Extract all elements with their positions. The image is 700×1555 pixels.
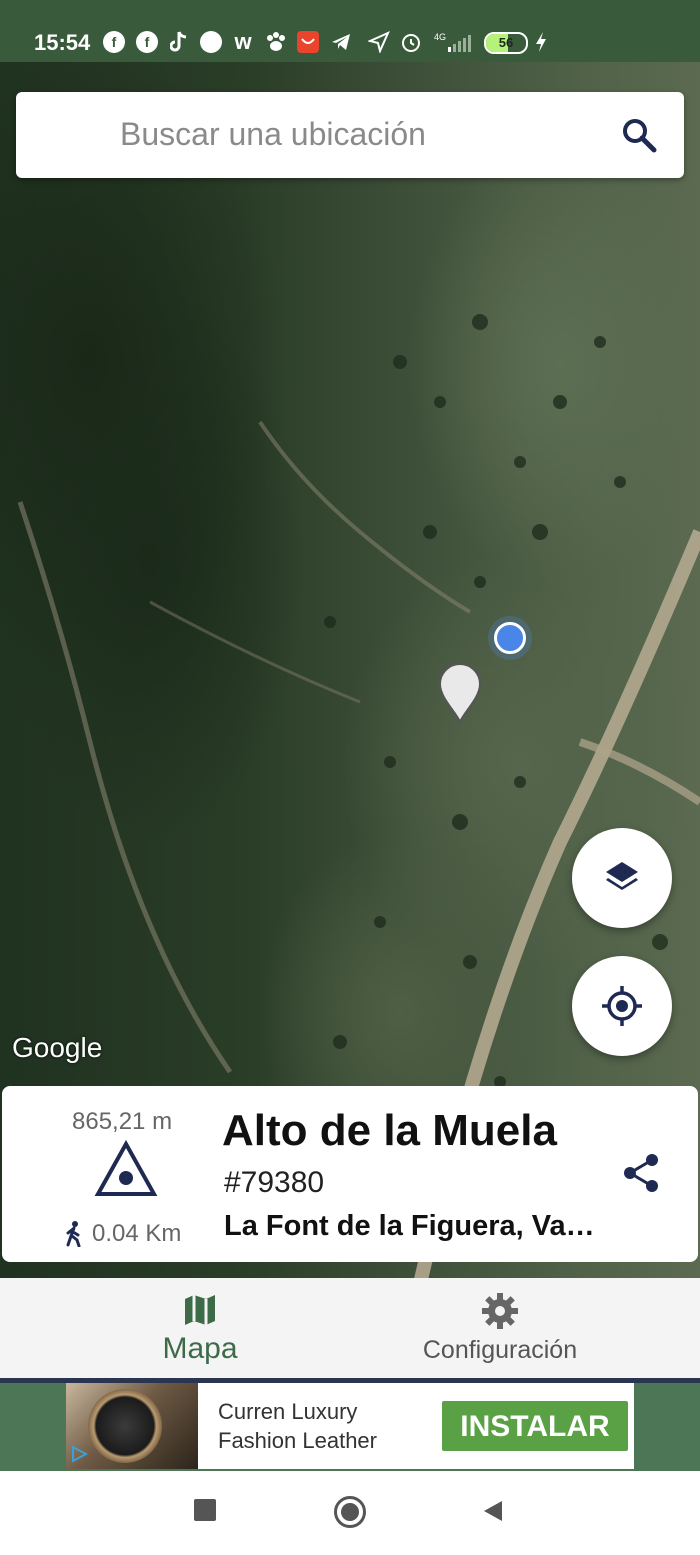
my-location-button[interactable] <box>572 956 672 1056</box>
tab-settings-label: Configuración <box>422 1336 578 1364</box>
peak-name: Alto de la Muela <box>222 1106 557 1155</box>
facebook-icon: f <box>136 31 158 53</box>
summit-icon <box>94 1140 158 1196</box>
recents-button[interactable] <box>194 1499 216 1521</box>
distance-value: 0.04 Km <box>92 1220 182 1247</box>
signal-4g-icon: 4G <box>434 31 474 53</box>
my-location-icon <box>602 986 642 1026</box>
user-location-dot <box>494 622 526 654</box>
adchoices-icon[interactable] <box>70 1445 88 1463</box>
peak-location: La Font de la Figuera, Valencia <box>224 1210 599 1242</box>
alarm-icon <box>400 31 422 53</box>
layers-icon <box>606 862 638 890</box>
peak-marker-pin[interactable] <box>438 662 482 724</box>
walking-icon <box>66 1221 81 1247</box>
status-time: 15:54 <box>34 30 91 55</box>
charging-icon <box>530 31 552 53</box>
tab-settings[interactable]: Configuración <box>350 1278 650 1378</box>
ad-line-2: Fashion Leather <box>218 1428 377 1453</box>
tab-map-label: Mapa <box>162 1332 238 1365</box>
telegram-icon <box>330 31 352 53</box>
system-navigation-bar <box>0 1471 700 1555</box>
ad-content[interactable]: Curren Luxury Fashion Leather INSTALAR <box>66 1383 634 1469</box>
battery-indicator: 56 <box>484 32 528 54</box>
home-button[interactable] <box>334 1496 366 1528</box>
app-icon <box>200 31 222 53</box>
elevation-value: 865,21 m <box>72 1108 173 1135</box>
aliexpress-icon <box>297 31 319 53</box>
w-icon: w <box>234 29 252 54</box>
layers-button[interactable] <box>572 828 672 928</box>
ad-banner: Curren Luxury Fashion Leather INSTALAR <box>0 1383 700 1471</box>
ad-text: Curren Luxury Fashion Leather <box>218 1397 377 1455</box>
battery-level: 56 <box>498 35 514 50</box>
map-icon <box>185 1295 215 1325</box>
bottom-navigation: Mapa Configuración <box>0 1278 700 1378</box>
share-icon[interactable] <box>620 1152 662 1194</box>
tiktok-icon <box>168 31 190 53</box>
facebook-icon: f <box>103 31 125 53</box>
ad-line-1: Curren Luxury <box>218 1399 358 1424</box>
navigation-icon <box>368 31 390 53</box>
paw-icon <box>265 31 287 53</box>
distance-row: 0.04 Km <box>64 1220 181 1248</box>
watch-image <box>88 1389 162 1463</box>
peak-id: #79380 <box>224 1166 325 1199</box>
gear-icon <box>482 1293 518 1329</box>
install-button[interactable]: INSTALAR <box>442 1401 628 1451</box>
search-icon[interactable] <box>620 116 658 154</box>
peak-info-card[interactable]: 865,21 m 0.04 Km Alto de la Muela #79380… <box>2 1086 698 1262</box>
google-attribution: Google <box>12 1032 103 1063</box>
back-button[interactable] <box>482 1499 504 1523</box>
svg-text:4G: 4G <box>434 32 446 42</box>
search-bar[interactable]: Buscar una ubicación <box>16 92 684 178</box>
search-input[interactable]: Buscar una ubicación <box>120 116 426 153</box>
tab-map[interactable]: Mapa <box>50 1278 350 1378</box>
